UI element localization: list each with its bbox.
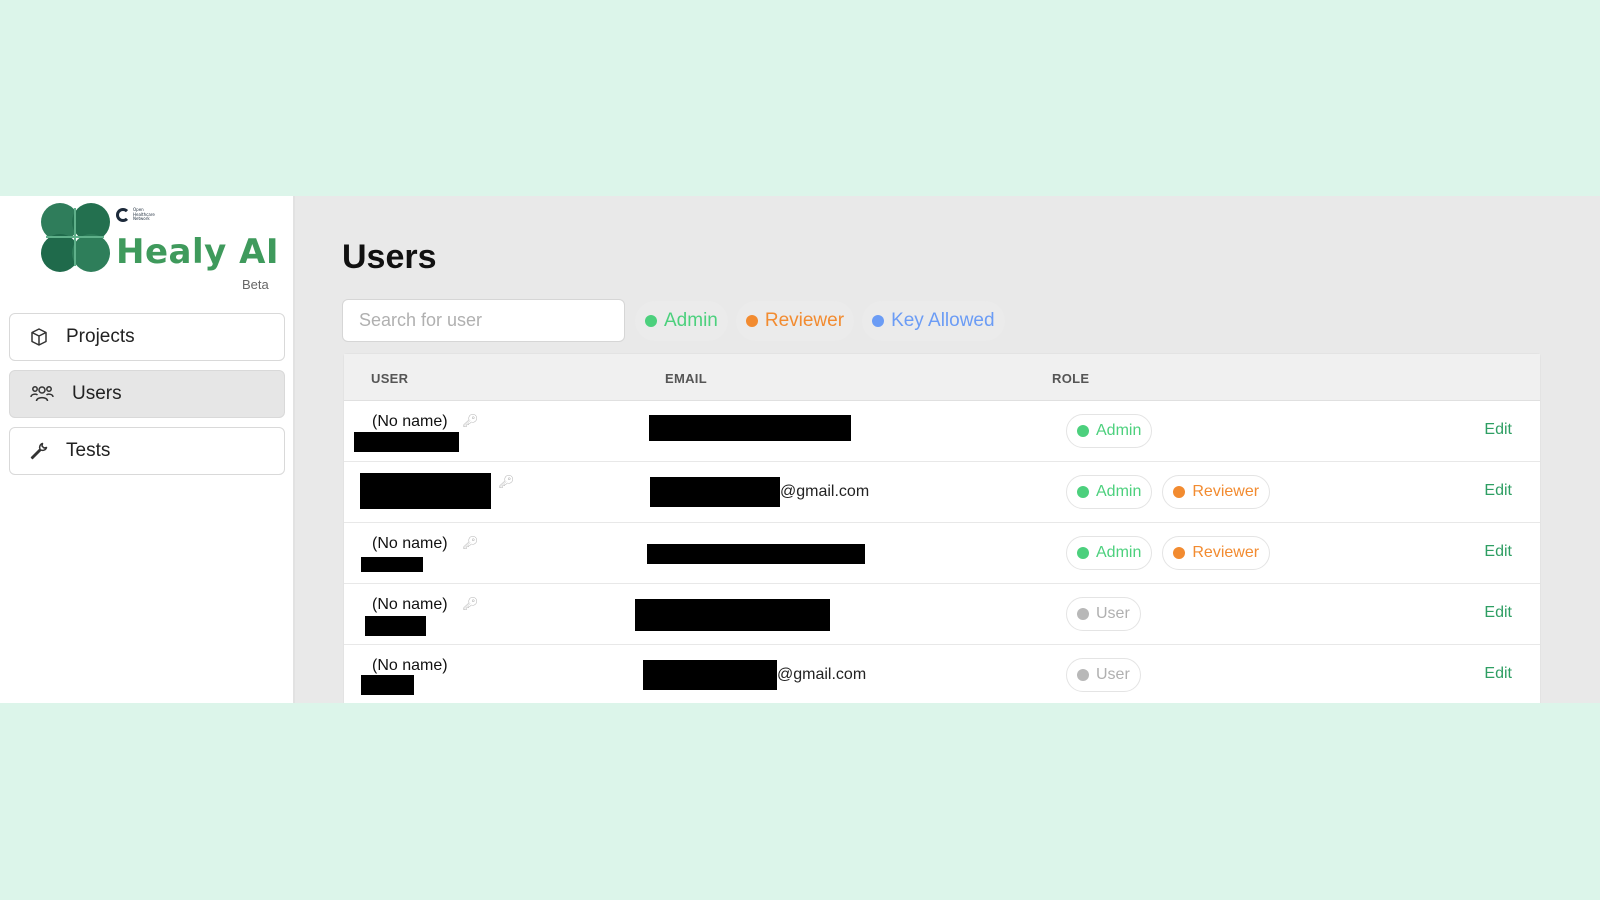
- sidebar-item-label: Users: [72, 383, 122, 404]
- role-label: Reviewer: [1192, 483, 1260, 500]
- key-icon: 🔑︎: [498, 474, 515, 489]
- role-filters: Admin Reviewer Key Allowed: [635, 301, 1005, 341]
- sidebar: Open Healthcare Network Healy AI Beta Pr…: [0, 196, 295, 703]
- sidebar-item-label: Projects: [66, 326, 135, 347]
- role-pill-reviewer: Reviewer: [1162, 536, 1271, 570]
- admin-dot-icon: [1077, 486, 1089, 498]
- wrench-icon: [28, 440, 50, 462]
- role-pill-user: User: [1066, 658, 1141, 692]
- column-header-email: EMAIL: [665, 371, 707, 386]
- key-icon: 🔑︎: [462, 596, 479, 611]
- redacted-email: [647, 544, 865, 564]
- org-text: Open Healthcare Network: [133, 207, 155, 222]
- filter-admin[interactable]: Admin: [635, 301, 728, 341]
- users-table: USER EMAIL ROLE (No name) 🔑︎ Admin Edit: [343, 353, 1541, 703]
- sidebar-nav: Projects Users Tests: [9, 313, 285, 484]
- email-suffix: @gmail.com: [777, 666, 867, 683]
- redacted-email: [649, 415, 851, 441]
- role-label: User: [1096, 605, 1130, 622]
- beta-tag: Beta: [242, 277, 269, 292]
- role-label: User: [1096, 666, 1130, 683]
- user-dot-icon: [1077, 608, 1089, 620]
- sidebar-item-label: Tests: [66, 440, 111, 461]
- role-pills: Admin Reviewer: [1066, 475, 1271, 509]
- filter-label: Reviewer: [764, 310, 845, 331]
- role-label: Reviewer: [1192, 544, 1260, 561]
- app-window: Open Healthcare Network Healy AI Beta Pr…: [0, 196, 1600, 703]
- box-icon: [28, 326, 50, 348]
- search-input[interactable]: [342, 299, 625, 342]
- admin-dot-icon: [645, 315, 657, 327]
- role-pills: User: [1066, 597, 1141, 631]
- admin-dot-icon: [1077, 547, 1089, 559]
- logo: Open Healthcare Network Healy AI Beta: [40, 202, 280, 292]
- role-label: Admin: [1096, 422, 1142, 439]
- table-header: USER EMAIL ROLE: [344, 354, 1540, 401]
- users-icon: [30, 383, 54, 405]
- filter-label: Key Allowed: [891, 310, 995, 331]
- edit-button[interactable]: Edit: [1484, 604, 1512, 622]
- redacted-user-id: [361, 675, 414, 695]
- table-row: (No name) 🔑︎ User Edit: [344, 584, 1540, 645]
- user-dot-icon: [1077, 669, 1089, 681]
- table-row: 🔑︎ @gmail.com Admin Reviewer Edit: [344, 462, 1540, 523]
- column-header-user: USER: [371, 371, 409, 386]
- filter-reviewer[interactable]: Reviewer: [735, 301, 855, 341]
- reviewer-dot-icon: [1173, 547, 1186, 559]
- table-row: (No name) 🔑︎ Admin Edit: [344, 401, 1540, 462]
- sidebar-item-projects[interactable]: Projects: [9, 313, 285, 361]
- role-label: Admin: [1096, 483, 1142, 500]
- main-content: Users Admin Reviewer Key Allowed USER EM…: [295, 196, 1600, 703]
- redacted-email: [643, 660, 777, 690]
- edit-button[interactable]: Edit: [1484, 543, 1512, 561]
- filter-key-allowed[interactable]: Key Allowed: [862, 301, 1005, 341]
- user-name: (No name): [372, 535, 448, 552]
- admin-dot-icon: [1077, 425, 1089, 437]
- page-title: Users: [342, 238, 437, 276]
- role-pill-admin: Admin: [1066, 475, 1153, 509]
- role-pill-user: User: [1066, 597, 1141, 631]
- redacted-user-id: [361, 557, 423, 572]
- filter-label: Admin: [664, 310, 718, 331]
- role-pills: Admin: [1066, 414, 1153, 448]
- user-name: (No name): [372, 413, 448, 430]
- edit-button[interactable]: Edit: [1484, 665, 1512, 683]
- edit-button[interactable]: Edit: [1484, 482, 1512, 500]
- redacted-user-id: [365, 616, 426, 636]
- edit-button[interactable]: Edit: [1484, 421, 1512, 439]
- sidebar-item-tests[interactable]: Tests: [9, 427, 285, 475]
- role-pill-admin: Admin: [1066, 536, 1153, 570]
- reviewer-dot-icon: [745, 315, 758, 327]
- org-logo: Open Healthcare Network: [116, 208, 155, 222]
- sidebar-item-users[interactable]: Users: [9, 370, 285, 418]
- role-label: Admin: [1096, 544, 1142, 561]
- email-suffix: @gmail.com: [780, 483, 870, 500]
- role-pill-admin: Admin: [1066, 414, 1153, 448]
- key-icon: 🔑︎: [462, 535, 479, 550]
- org-ring-icon: [116, 208, 130, 222]
- column-header-role: ROLE: [1052, 371, 1090, 386]
- reviewer-dot-icon: [1173, 486, 1186, 498]
- clover-logo-icon: [40, 202, 110, 272]
- role-pills: User: [1066, 658, 1141, 692]
- table-row: (No name) 🔑︎ Admin Reviewer Edit: [344, 523, 1540, 584]
- role-pills: Admin Reviewer: [1066, 536, 1271, 570]
- table-row: (No name) @gmail.com User Edit: [344, 645, 1540, 703]
- role-pill-reviewer: Reviewer: [1162, 475, 1271, 509]
- key-dot-icon: [872, 315, 885, 327]
- redacted-email: [650, 477, 780, 507]
- brand-name: Healy AI: [116, 232, 280, 272]
- redacted-user-id: [354, 432, 459, 452]
- user-name: (No name): [372, 657, 448, 674]
- redacted-user-name: [360, 473, 491, 509]
- redacted-email: [635, 599, 830, 631]
- key-icon: 🔑︎: [462, 413, 479, 428]
- user-name: (No name): [372, 596, 448, 613]
